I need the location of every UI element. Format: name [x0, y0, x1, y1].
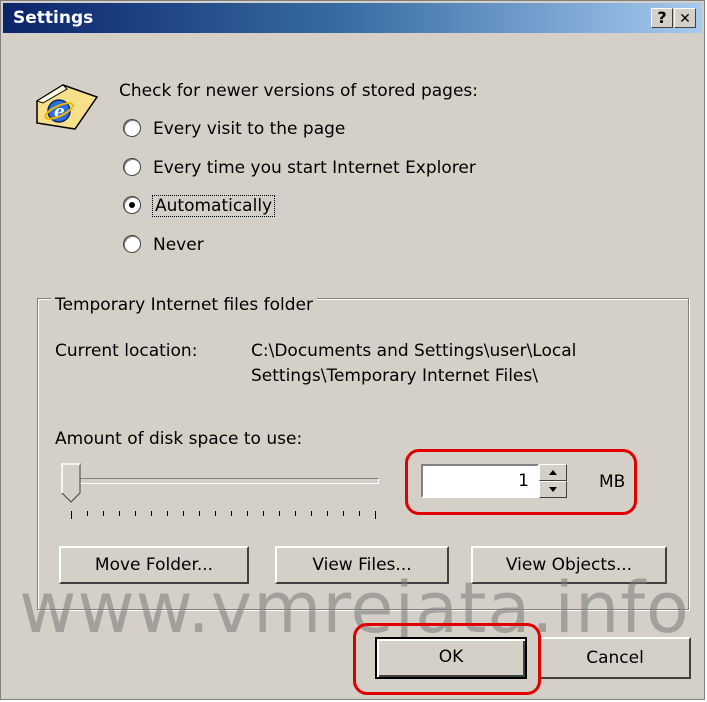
current-location-path-line1: C:\Documents and Settings\user\Local — [251, 341, 577, 361]
slider-tick — [71, 511, 72, 519]
settings-dialog: Settings ? ✕ e Check for newer versions … — [0, 0, 705, 700]
slider-tick — [135, 511, 136, 516]
current-location-path-line2: Settings\Temporary Internet Files\ — [251, 366, 538, 386]
dialog-title: Settings — [13, 8, 94, 28]
slider-tick — [279, 511, 280, 516]
slider-tick — [263, 511, 264, 516]
slider-tick — [87, 511, 88, 516]
slider-tick — [167, 511, 168, 516]
close-button[interactable]: ✕ — [674, 8, 696, 28]
radio-label-every-start[interactable]: Every time you start Internet Explorer — [153, 158, 476, 178]
slider-tick — [327, 511, 328, 516]
disk-space-slider-track[interactable] — [71, 478, 379, 484]
slider-tick — [199, 511, 200, 516]
slider-tick — [343, 511, 344, 516]
radio-never[interactable] — [123, 235, 141, 253]
radio-label-automatically[interactable]: Automatically — [151, 195, 276, 217]
disk-space-label: Amount of disk space to use: — [55, 429, 303, 449]
slider-tick — [183, 511, 184, 516]
slider-tick — [231, 511, 232, 516]
slider-tick — [103, 511, 104, 516]
title-bar[interactable]: Settings ? ✕ — [3, 3, 702, 33]
check-heading: Check for newer versions of stored pages… — [119, 81, 479, 101]
current-location-label: Current location: — [55, 341, 198, 361]
slider-tick — [295, 511, 296, 516]
slider-tick — [151, 511, 152, 516]
slider-tick — [119, 511, 120, 516]
radio-selected-dot — [129, 202, 135, 208]
slider-tick — [359, 511, 360, 516]
internet-explorer-folder-icon: e — [35, 84, 99, 130]
slider-ticks — [71, 511, 381, 519]
radio-automatically[interactable] — [123, 196, 141, 214]
disk-space-slider-thumb[interactable] — [61, 463, 81, 503]
radio-every-visit[interactable] — [123, 119, 141, 137]
close-icon: ✕ — [679, 11, 691, 27]
radio-every-start[interactable] — [123, 158, 141, 176]
temp-files-group-label: Temporary Internet files folder — [51, 295, 317, 315]
slider-tick — [375, 511, 376, 519]
slider-tick — [215, 511, 216, 516]
help-button[interactable]: ? — [651, 8, 673, 28]
highlight-ok — [353, 623, 541, 695]
radio-label-never[interactable]: Never — [153, 235, 204, 255]
highlight-disk-space — [405, 449, 637, 515]
radio-label-every-visit[interactable]: Every visit to the page — [153, 119, 345, 139]
slider-tick — [247, 511, 248, 516]
cancel-button[interactable]: Cancel — [539, 637, 691, 679]
slider-tick — [311, 511, 312, 516]
